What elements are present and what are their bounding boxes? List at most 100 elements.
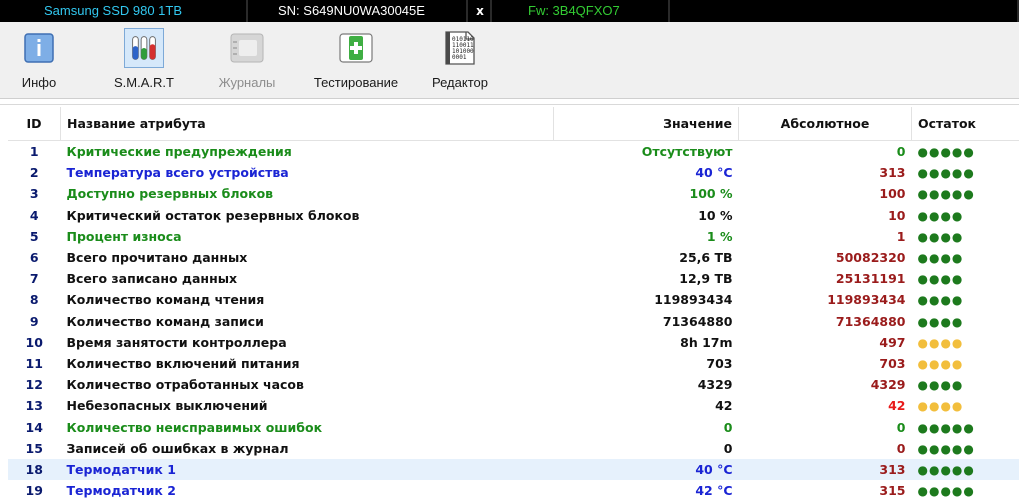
table-row[interactable]: 2Температура всего устройства40 °C313●●●… xyxy=(8,162,1019,183)
attribute-name: Записей об ошибках в журнал xyxy=(61,438,554,459)
rest-level-dots: ●●●● xyxy=(918,272,964,286)
rest-level-dots: ●●●●● xyxy=(918,442,975,456)
attribute-rest: ●●●● xyxy=(912,353,1019,374)
rest-level-dots: ●●●●● xyxy=(918,145,975,159)
attribute-value: 4329 xyxy=(554,374,739,395)
table-row[interactable]: 9Количество команд записи713648807136488… xyxy=(8,311,1019,332)
attribute-id: 8 xyxy=(8,289,61,310)
attribute-value: 1 % xyxy=(554,226,739,247)
column-header-value[interactable]: Значение xyxy=(554,107,739,141)
binary-file-icon: 010110 110011 101000 0001 xyxy=(440,28,480,68)
attribute-rest: ●●●●● xyxy=(912,183,1019,204)
column-header-name[interactable]: Название атрибута xyxy=(61,107,554,141)
column-header-absolute[interactable]: Абсолютное xyxy=(739,107,912,141)
attribute-absolute: 313 xyxy=(739,459,912,480)
table-row[interactable]: 12Количество отработанных часов43294329●… xyxy=(8,374,1019,395)
attribute-id: 19 xyxy=(8,480,61,500)
table-row[interactable]: 14Количество неисправимых ошибок00●●●●● xyxy=(8,416,1019,437)
attribute-value: 10 % xyxy=(554,205,739,226)
attribute-id: 12 xyxy=(8,374,61,395)
attribute-name: Температура всего устройства xyxy=(61,162,554,183)
table-row[interactable]: 15Записей об ошибках в журнал00●●●●● xyxy=(8,438,1019,459)
attribute-absolute: 0 xyxy=(739,141,912,163)
attribute-absolute: 10 xyxy=(739,205,912,226)
table-row[interactable]: 19Термодатчик 242 °C315●●●●● xyxy=(8,480,1019,500)
attribute-name: Процент износа xyxy=(61,226,554,247)
attribute-rest: ●●●● xyxy=(912,205,1019,226)
table-row[interactable]: 10Время занятости контроллера8h 17m497●●… xyxy=(8,332,1019,353)
drive-firmware: Fw: 3B4QFXO7 xyxy=(494,0,670,22)
attribute-id: 11 xyxy=(8,353,61,374)
rest-level-dots: ●●●● xyxy=(918,293,964,307)
attribute-name: Всего записано данных xyxy=(61,268,554,289)
attribute-name: Количество включений питания xyxy=(61,353,554,374)
rest-level-dots: ●●●● xyxy=(918,251,964,265)
attribute-rest: ●●●●● xyxy=(912,480,1019,500)
drive-info-bar: Samsung SSD 980 1TB SN: S649NU0WA30045E … xyxy=(0,0,1019,22)
attribute-name: Количество команд записи xyxy=(61,311,554,332)
close-drive-button[interactable]: x xyxy=(470,0,492,22)
attribute-value: 42 °C xyxy=(554,480,739,500)
infobar-spacer xyxy=(672,0,1019,22)
table-row[interactable]: 1Критические предупрежденияОтсутствуют0●… xyxy=(8,141,1019,163)
attribute-value: 8h 17m xyxy=(554,332,739,353)
attribute-id: 4 xyxy=(8,205,61,226)
attribute-rest: ●●●●● xyxy=(912,416,1019,437)
attribute-name: Термодатчик 2 xyxy=(61,480,554,500)
attribute-absolute: 1 xyxy=(739,226,912,247)
table-row[interactable]: 8Количество команд чтения119893434119893… xyxy=(8,289,1019,310)
attribute-absolute: 42 xyxy=(739,395,912,416)
rest-level-dots: ●●●● xyxy=(918,378,964,392)
table-row[interactable]: 13Небезопасных выключений4242●●●● xyxy=(8,395,1019,416)
attribute-rest: ●●●● xyxy=(912,395,1019,416)
rest-level-dots: ●●●● xyxy=(918,230,964,244)
attribute-id: 15 xyxy=(8,438,61,459)
attribute-rest: ●●●●● xyxy=(912,141,1019,163)
attribute-name: Критический остаток резервных блоков xyxy=(61,205,554,226)
attribute-value: 0 xyxy=(554,438,739,459)
attribute-value: 42 xyxy=(554,395,739,416)
column-header-rest[interactable]: Остаток xyxy=(912,107,1019,141)
svg-text:0001: 0001 xyxy=(452,54,467,61)
attribute-name: Всего прочитано данных xyxy=(61,247,554,268)
table-row[interactable]: 18Термодатчик 140 °C313●●●●● xyxy=(8,459,1019,480)
attribute-rest: ●●●●● xyxy=(912,459,1019,480)
attribute-id: 10 xyxy=(8,332,61,353)
attribute-absolute: 315 xyxy=(739,480,912,500)
table-row[interactable]: 6Всего прочитано данных25,6 TB50082320●●… xyxy=(8,247,1019,268)
smart-attributes-table[interactable]: ID Название атрибута Значение Абсолютное… xyxy=(0,104,1019,500)
table-row[interactable]: 3Доступно резервных блоков100 %100●●●●● xyxy=(8,183,1019,204)
attribute-id: 5 xyxy=(8,226,61,247)
attribute-value: 119893434 xyxy=(554,289,739,310)
attribute-name: Доступно резервных блоков xyxy=(61,183,554,204)
attribute-rest: ●●●● xyxy=(912,311,1019,332)
table-row[interactable]: 4Критический остаток резервных блоков10 … xyxy=(8,205,1019,226)
attribute-rest: ●●●● xyxy=(912,374,1019,395)
attribute-value: 100 % xyxy=(554,183,739,204)
info-button-label: Инфо xyxy=(10,75,68,90)
drive-model[interactable]: Samsung SSD 980 1TB xyxy=(0,0,248,22)
table-row[interactable]: 7Всего записано данных12,9 TB25131191●●●… xyxy=(8,268,1019,289)
table-row[interactable]: 5Процент износа1 %1 ●●●● xyxy=(8,226,1019,247)
attribute-id: 9 xyxy=(8,311,61,332)
table-row[interactable]: 11Количество включений питания703703●●●● xyxy=(8,353,1019,374)
rest-level-dots: ●●●●● xyxy=(918,187,975,201)
editor-button-label: Редактор xyxy=(424,75,496,90)
attribute-id: 2 xyxy=(8,162,61,183)
attribute-id: 14 xyxy=(8,416,61,437)
attribute-id: 18 xyxy=(8,459,61,480)
attribute-rest: ●●●●● xyxy=(912,438,1019,459)
column-header-id[interactable]: ID xyxy=(8,107,61,141)
attribute-value: Отсутствуют xyxy=(554,141,739,163)
attribute-value: 40 °C xyxy=(554,459,739,480)
attribute-id: 3 xyxy=(8,183,61,204)
test-tubes-icon xyxy=(124,28,164,68)
attribute-rest: ●●●● xyxy=(912,289,1019,310)
attribute-rest: ●●●● xyxy=(912,226,1019,247)
attribute-absolute: 119893434 xyxy=(739,289,912,310)
attribute-id: 6 xyxy=(8,247,61,268)
journal-icon xyxy=(227,28,267,68)
attribute-rest: ●●●● xyxy=(912,332,1019,353)
attribute-value: 25,6 TB xyxy=(554,247,739,268)
attribute-rest: ●●●●● xyxy=(912,162,1019,183)
